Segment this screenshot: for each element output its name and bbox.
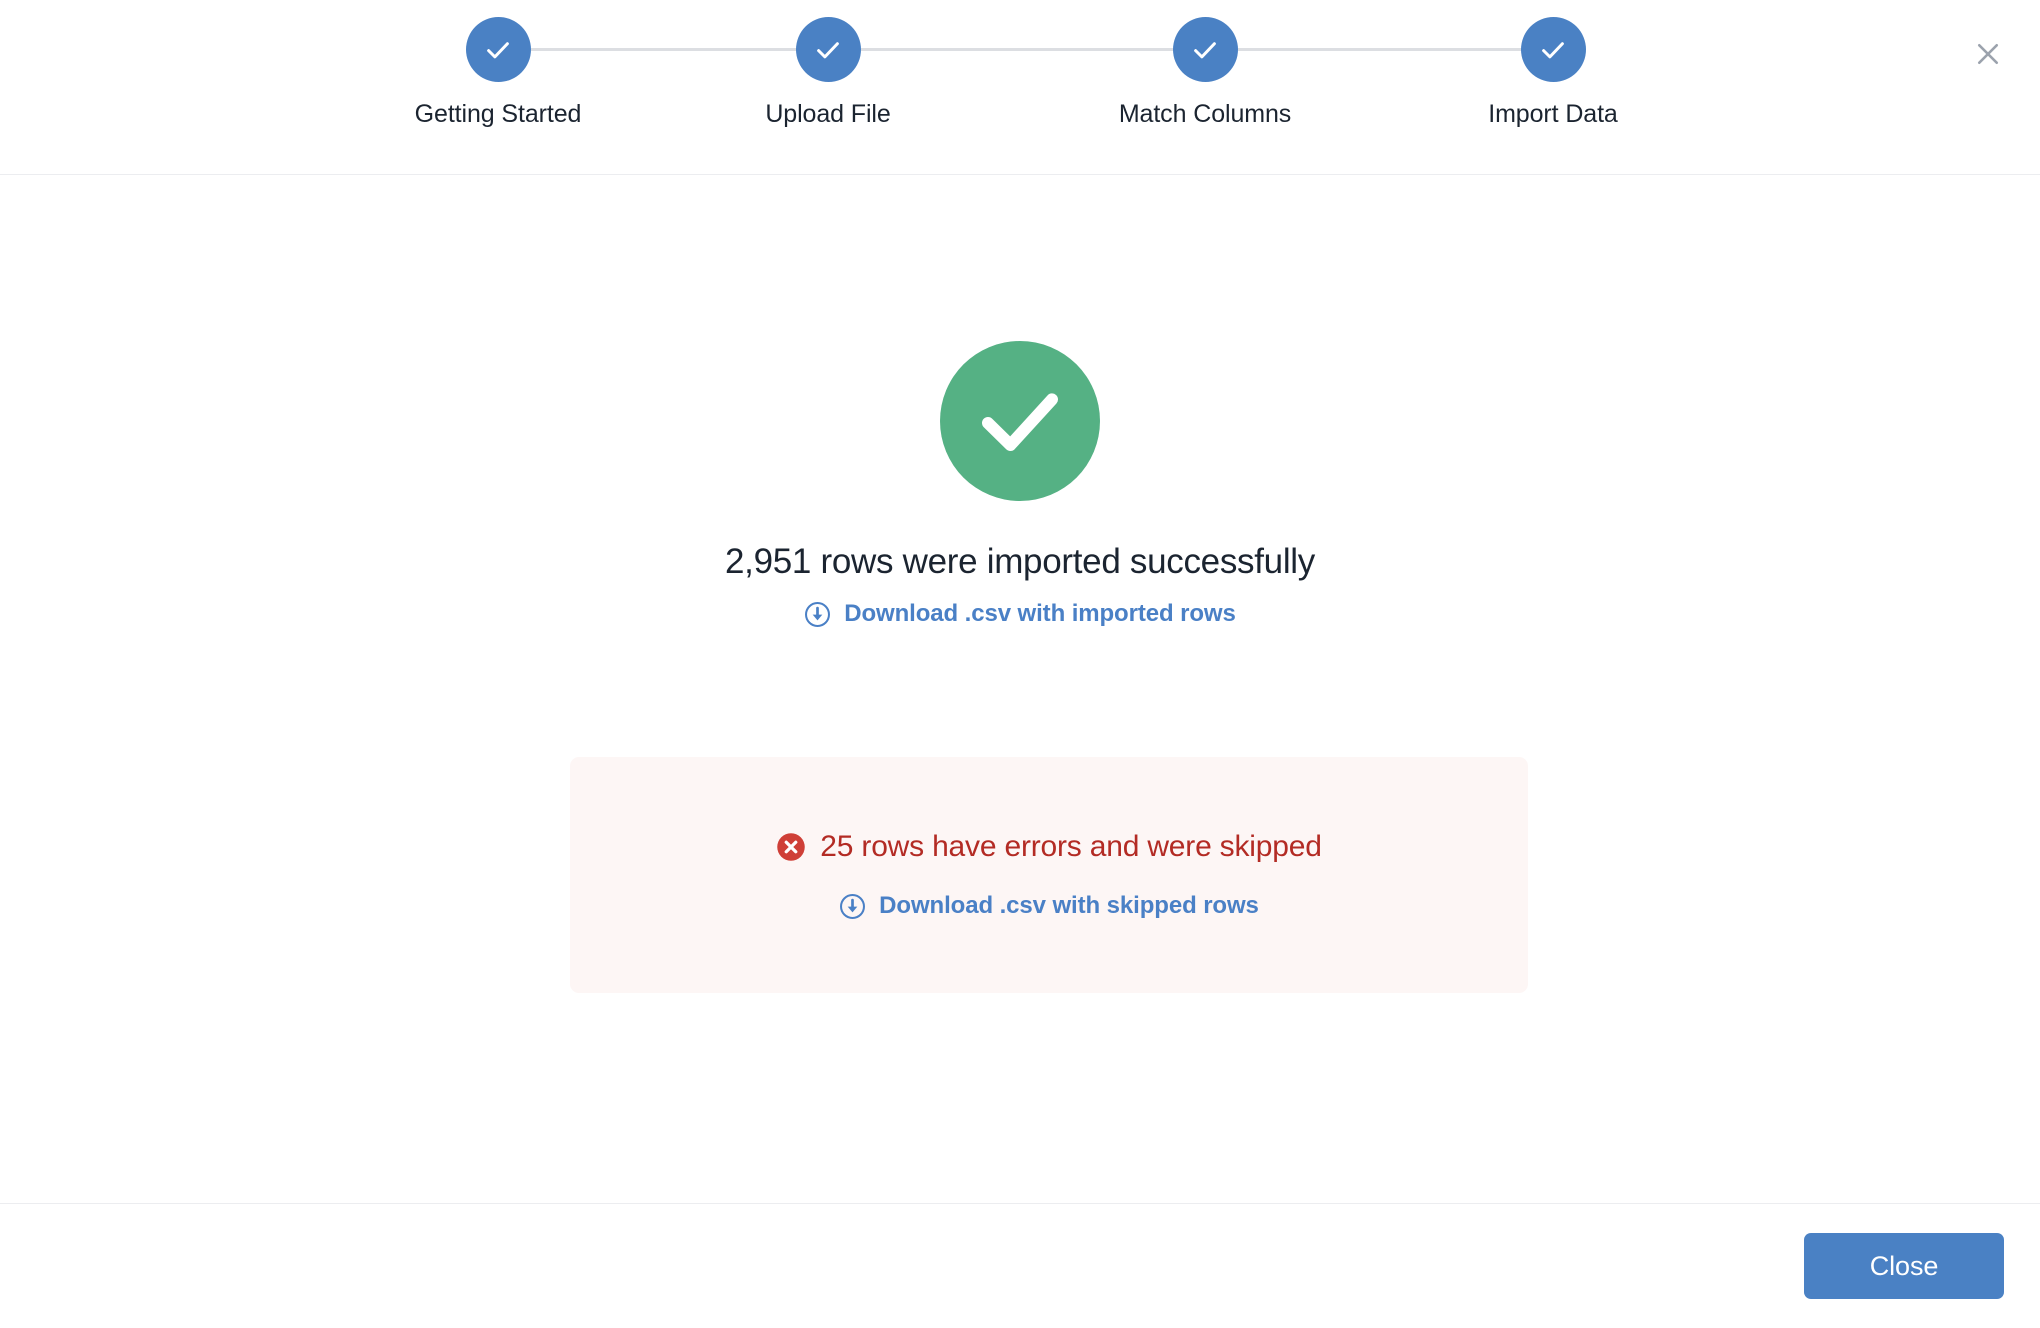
step-upload-file-circle[interactable] <box>795 17 861 82</box>
step-connector-2 <box>861 48 1177 51</box>
import-wizard-modal: Getting Started Upload File Match Column… <box>0 0 2040 1328</box>
step-match-columns[interactable]: Match Columns <box>1085 17 1325 129</box>
step-import-data-label: Import Data <box>1488 100 1618 128</box>
step-match-columns-circle[interactable] <box>1172 17 1238 82</box>
import-errors-message-row: 25 rows have errors and were skipped <box>776 829 1322 865</box>
step-getting-started[interactable]: Getting Started <box>378 17 618 129</box>
modal-footer: Close <box>0 1203 2040 1328</box>
step-getting-started-label: Getting Started <box>414 100 582 128</box>
check-circle-icon <box>940 341 1100 501</box>
download-circle-icon <box>804 601 831 628</box>
error-circle-icon <box>776 832 806 862</box>
step-connector-3 <box>1238 48 1525 51</box>
close-x-icon[interactable] <box>1962 28 2014 80</box>
download-skipped-rows-link[interactable]: Download .csv with skipped rows <box>839 891 1259 921</box>
download-imported-rows-label: Download .csv with imported rows <box>844 600 1236 627</box>
step-import-data[interactable]: Import Data <box>1433 17 1673 129</box>
modal-body: 2,951 rows were imported successfully Do… <box>0 175 2040 1203</box>
download-skipped-rows-label: Download .csv with skipped rows <box>879 892 1259 919</box>
step-upload-file-label: Upload File <box>765 100 891 128</box>
modal-header: Getting Started Upload File Match Column… <box>0 0 2040 175</box>
import-success-title: 2,951 rows were imported successfully <box>725 542 1315 581</box>
check-icon <box>813 35 843 65</box>
import-errors-panel: 25 rows have errors and were skipped Dow… <box>570 757 1528 993</box>
step-upload-file[interactable]: Upload File <box>708 17 948 129</box>
check-icon <box>1190 35 1220 65</box>
download-circle-icon <box>839 893 866 920</box>
step-match-columns-label: Match Columns <box>1118 100 1292 128</box>
step-connector-1 <box>531 48 799 51</box>
step-import-data-circle[interactable] <box>1520 17 1586 82</box>
check-icon <box>1538 35 1568 65</box>
close-button[interactable]: Close <box>1804 1233 2004 1299</box>
wizard-stepper: Getting Started Upload File Match Column… <box>415 17 1618 142</box>
import-errors-message: 25 rows have errors and were skipped <box>820 830 1322 863</box>
import-success-block: 2,951 rows were imported successfully Do… <box>0 341 2040 633</box>
step-getting-started-circle[interactable] <box>465 17 531 82</box>
download-imported-rows-link[interactable]: Download .csv with imported rows <box>804 599 1236 629</box>
check-icon <box>483 35 513 65</box>
